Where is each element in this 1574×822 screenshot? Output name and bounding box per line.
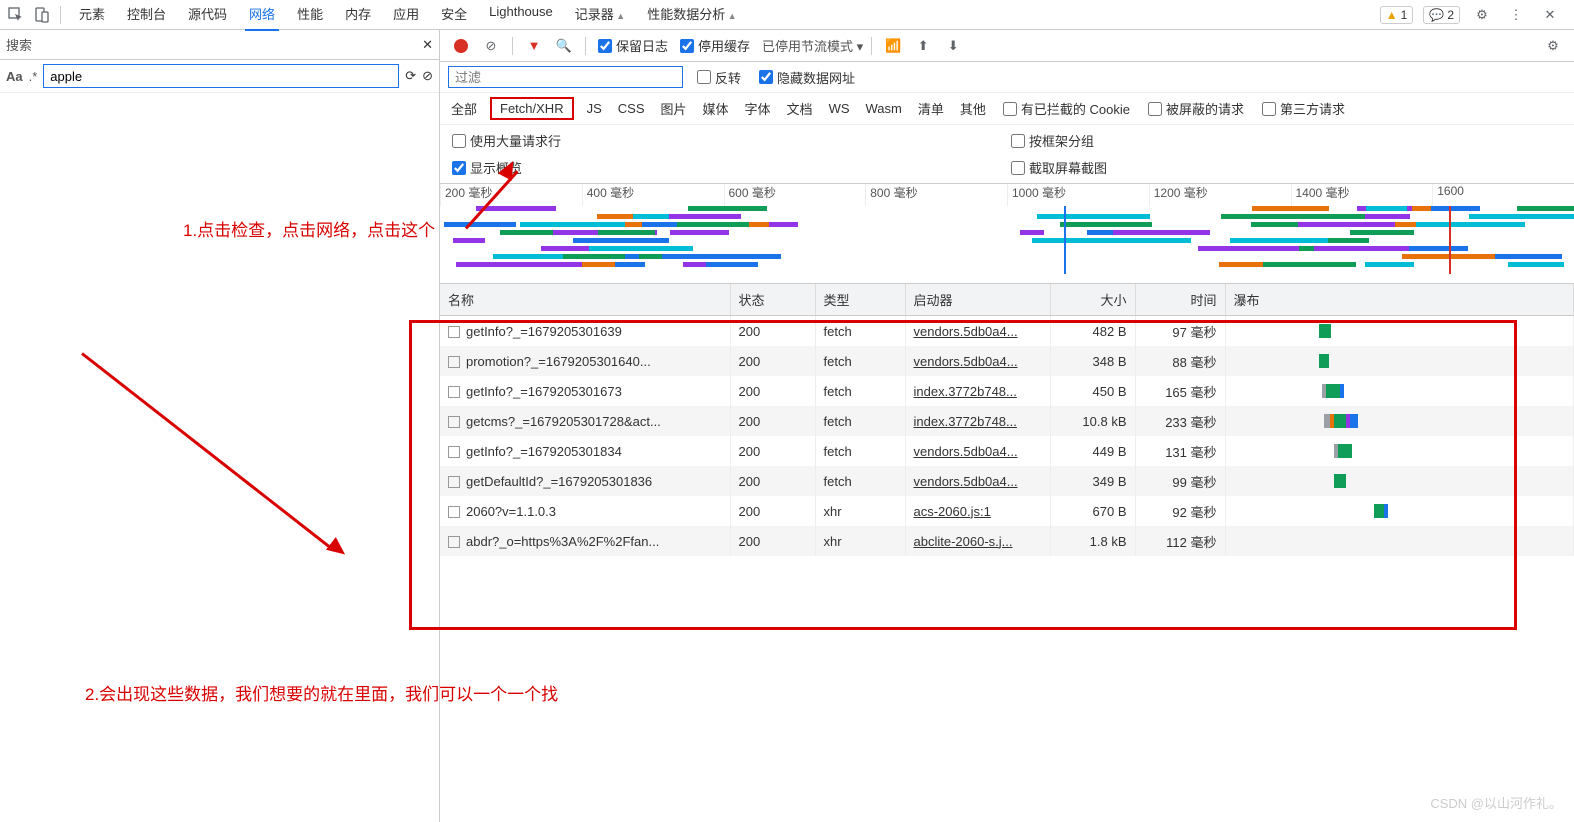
tab-元素[interactable]: 元素 [75,0,109,31]
col-time[interactable]: 时间 [1135,284,1225,316]
filter-js[interactable]: JS [584,99,605,118]
blocked-requests-checkbox[interactable]: 被屏蔽的请求 [1148,99,1244,118]
refresh-icon[interactable]: ⟳ [405,68,416,84]
tab-应用[interactable]: 应用 [389,0,423,31]
warning-badge[interactable]: ▲1 [1380,6,1414,24]
third-party-checkbox[interactable]: 第三方请求 [1262,99,1345,118]
clear-button[interactable]: ⊘ [478,34,504,58]
col-name[interactable]: 名称 [440,284,730,316]
filter-all[interactable]: 全部 [448,97,480,120]
match-case-toggle[interactable]: Aa [6,69,23,84]
filter-font[interactable]: 字体 [742,97,774,120]
tab-记录器[interactable]: 记录器 ▲ [571,0,629,31]
filter-css[interactable]: CSS [615,99,648,118]
col-status[interactable]: 状态 [730,284,815,316]
invert-checkbox[interactable]: 反转 [697,68,741,87]
download-icon[interactable]: ⬇ [940,34,966,58]
table-row[interactable]: getInfo?_=1679205301673200fetchindex.377… [440,376,1574,406]
preserve-log-checkbox[interactable]: 保留日志 [598,36,668,55]
filter-fetchxhr[interactable]: Fetch/XHR [490,97,574,120]
table-row[interactable]: getInfo?_=1679205301639200fetchvendors.5… [440,316,1574,347]
screenshots-checkbox[interactable]: 截取屏幕截图 [1011,158,1562,177]
inspect-icon[interactable] [4,3,28,27]
filter-ws[interactable]: WS [826,99,853,118]
table-row[interactable]: 2060?v=1.1.0.3200xhracs-2060.js:1670 B92… [440,496,1574,526]
options-row: 使用大量请求行 显示概览 按框架分组 截取屏幕截图 [440,125,1574,184]
type-filters: 全部 Fetch/XHR JS CSS 图片 媒体 字体 文档 WS Wasm … [440,93,1574,125]
show-overview-checkbox[interactable]: 显示概览 [452,158,1003,177]
table-row[interactable]: getInfo?_=1679205301834200fetchvendors.5… [440,436,1574,466]
col-initiator[interactable]: 启动器 [905,284,1050,316]
close-search-icon[interactable]: ✕ [422,37,433,53]
table-row[interactable]: promotion?_=1679205301640...200fetchvend… [440,346,1574,376]
tab-性能[interactable]: 性能 [293,0,327,31]
throttling-select[interactable]: 已停用节流模式 ▾ [762,36,863,55]
tab-Lighthouse[interactable]: Lighthouse [485,0,557,31]
search-icon[interactable]: 🔍 [551,34,577,58]
col-type[interactable]: 类型 [815,284,905,316]
gear-icon[interactable]: ⚙ [1470,3,1494,27]
disable-cache-checkbox[interactable]: 停用缓存 [680,36,750,55]
tab-网络[interactable]: 网络 [245,0,279,31]
filter-img[interactable]: 图片 [658,97,690,120]
tab-控制台[interactable]: 控制台 [123,0,170,31]
table-row[interactable]: abdr?_o=https%3A%2F%2Ffan...200xhrabclit… [440,526,1574,556]
search-title: 搜索 [6,35,422,54]
record-button[interactable] [448,34,474,58]
upload-icon[interactable]: ⬆ [910,34,936,58]
device-icon[interactable] [30,3,54,27]
filter-icon[interactable]: ▼ [521,34,547,58]
blocked-cookies-checkbox[interactable]: 有已拦截的 Cookie [1003,99,1130,118]
panel-gear-icon[interactable]: ⚙ [1540,34,1566,58]
close-icon[interactable]: ✕ [1538,3,1562,27]
network-toolbar: ⊘ ▼ 🔍 保留日志 停用缓存 已停用节流模式 ▾ 📶 ⬆ ⬇ ⚙ [440,30,1574,62]
filter-other[interactable]: 其他 [957,97,989,120]
info-badge[interactable]: 💬2 [1423,6,1460,24]
filter-row: 反转 隐藏数据网址 [440,62,1574,93]
tab-源代码[interactable]: 源代码 [184,0,231,31]
network-panel: ⊘ ▼ 🔍 保留日志 停用缓存 已停用节流模式 ▾ 📶 ⬆ ⬇ ⚙ 反转 隐藏数… [440,30,1574,822]
large-rows-checkbox[interactable]: 使用大量请求行 [452,131,1003,150]
tab-安全[interactable]: 安全 [437,0,471,31]
watermark: CSDN @以山河作礼。 [1430,793,1562,812]
col-size[interactable]: 大小 [1050,284,1135,316]
filter-media[interactable]: 媒体 [700,97,732,120]
wifi-icon[interactable]: 📶 [880,34,906,58]
filter-doc[interactable]: 文档 [784,97,816,120]
timeline-overview[interactable]: 200 毫秒400 毫秒600 毫秒800 毫秒1000 毫秒1200 毫秒14… [440,184,1574,284]
filter-manifest[interactable]: 清单 [915,97,947,120]
group-frame-checkbox[interactable]: 按框架分组 [1011,131,1562,150]
search-panel: 搜索 ✕ Aa .* ⟳ ⊘ [0,30,440,822]
col-waterfall[interactable]: 瀑布 [1225,284,1574,316]
regex-toggle[interactable]: .* [29,69,38,84]
requests-table: 名称 状态 类型 启动器 大小 时间 瀑布 getInfo?_=16792053… [440,284,1574,822]
tab-内存[interactable]: 内存 [341,0,375,31]
tab-性能数据分析[interactable]: 性能数据分析 ▲ [643,0,740,31]
search-input[interactable] [43,64,399,88]
kebab-icon[interactable]: ⋮ [1504,3,1528,27]
filter-input[interactable] [448,66,683,88]
panel-tabs: 元素控制台源代码网络性能内存应用安全 Lighthouse 记录器 ▲ 性能数据分析 … [75,0,741,31]
hide-data-urls-checkbox[interactable]: 隐藏数据网址 [759,68,855,87]
clear-icon[interactable]: ⊘ [422,68,433,84]
table-row[interactable]: getDefaultId?_=1679205301836200fetchvend… [440,466,1574,496]
devtools-topbar: 元素控制台源代码网络性能内存应用安全 Lighthouse 记录器 ▲ 性能数据分析 … [0,0,1574,30]
table-row[interactable]: getcms?_=1679205301728&act...200fetchind… [440,406,1574,436]
filter-wasm[interactable]: Wasm [863,99,905,118]
